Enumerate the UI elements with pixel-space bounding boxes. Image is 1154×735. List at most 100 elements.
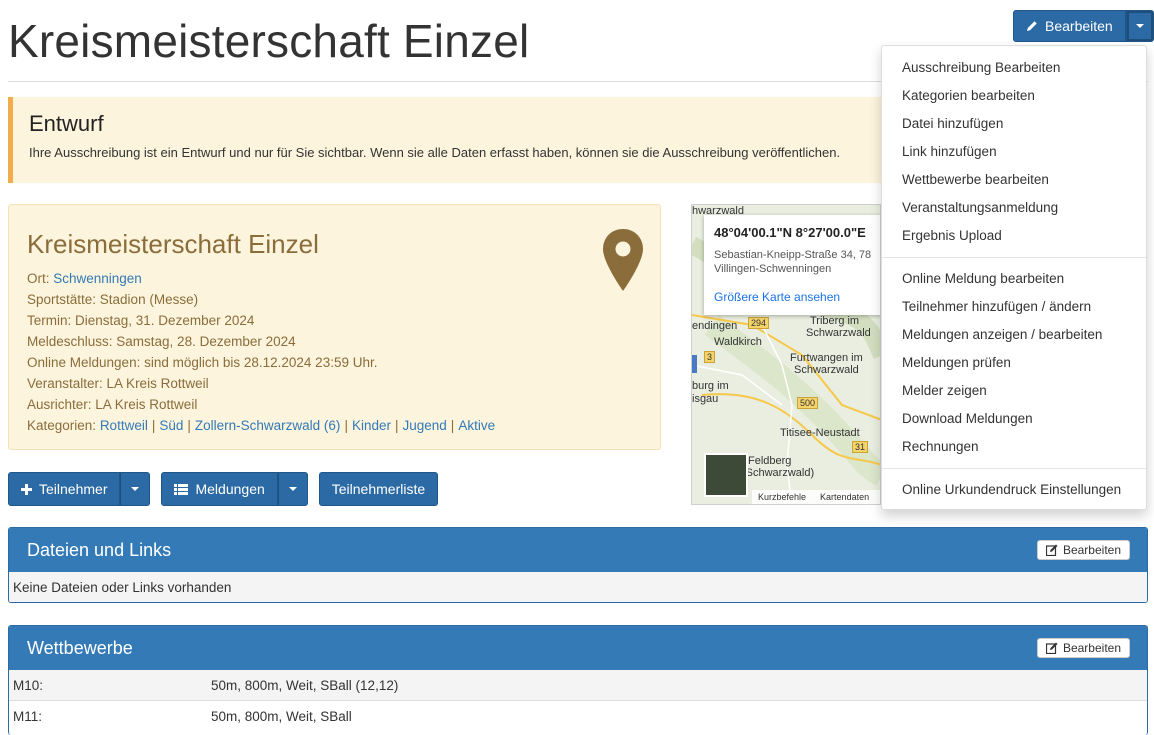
road-shield: 31 [852,441,869,453]
event-info-panel: Kreismeisterschaft Einzel Ort: Schwennin… [8,204,661,450]
edit-button[interactable]: Bearbeiten [1013,10,1126,42]
map-label: burg im [692,380,729,392]
menu-item-wettbewerbe-bearbeiten[interactable]: Wettbewerbe bearbeiten [882,166,1146,194]
menu-item-datei-hinzufuegen[interactable]: Datei hinzufügen [882,110,1146,138]
wettbewerbe-panel-title: Wettbewerbe [27,637,133,658]
table-row: M10: 50m, 800m, Weit, SBall (12,12) [9,670,1147,701]
meldungen-label: Meldungen [195,481,265,497]
map-shortcuts-link[interactable]: Kurzbefehle [758,492,806,502]
edit-icon [1045,642,1058,654]
map-label: endingen [692,320,738,332]
teilnehmerliste-button[interactable]: Teilnehmerliste [318,472,439,506]
menu-item-kategorien-bearbeiten[interactable]: Kategorien bearbeiten [882,82,1146,110]
meldeschluss-line: Meldeschluss: Samstag, 28. Dezember 2024 [27,334,296,349]
event-name: Kreismeisterschaft Einzel [27,229,319,259]
menu-item-teilnehmer-hinzufuegen[interactable]: Teilnehmer hinzufügen / ändern [882,293,1146,321]
road-shield: 294 [748,317,770,329]
menu-item-meldungen-pruefen[interactable]: Meldungen prüfen [882,349,1146,377]
map-footer: Kurzbefehle Kartendaten [752,490,880,504]
sportstaette-line: Sportstätte: Stadion (Messe) [27,292,199,307]
kategorie-link[interactable]: Süd [159,418,183,433]
teilnehmer-label: Teilnehmer [39,481,108,497]
online-meldungen-line: Online Meldungen: sind möglich bis 28.12… [27,355,378,370]
menu-item-rechnungen[interactable]: Rechnungen [882,433,1146,461]
edit-dropdown-menu: Ausschreibung Bearbeiten Kategorien bear… [881,45,1147,510]
termin-line: Termin: Dienstag, 31. Dezember 2024 [27,313,255,328]
map-address-line2: Villingen-Schwenningen [714,263,832,275]
files-edit-label: Bearbeiten [1062,543,1121,557]
map-data-link[interactable]: Kartendaten [820,492,869,502]
map-label: (Schwarzwald) [742,467,815,479]
pencil-icon [1027,21,1037,31]
kategorie-link[interactable]: Jugend [403,418,447,433]
veranstalter-line: Veranstalter: LA Kreis Rottweil [27,376,209,391]
wettbewerbe-edit-button[interactable]: Bearbeiten [1036,638,1130,658]
page-title: Kreismeisterschaft Einzel [8,15,530,67]
menu-divider [882,257,1146,258]
teilnehmer-split-button: Teilnehmer [8,472,151,506]
files-panel: Dateien und Links Bearbeiten Keine Datei… [8,527,1148,603]
menu-item-meldungen-anzeigen[interactable]: Meldungen anzeigen / bearbeiten [882,321,1146,349]
files-panel-title: Dateien und Links [27,539,172,560]
map-label: Schwarzwald [794,364,859,376]
map-info-card: 48°04'00.1"N 8°27'00.0"E Sebastian-Kneip… [704,215,880,315]
teilnehmer-button[interactable]: Teilnehmer [8,472,121,506]
menu-item-urkundendruck-einstellungen[interactable]: Online Urkundendruck Einstellungen [882,476,1146,504]
kategorie-link[interactable]: Aktive [458,418,495,433]
meldungen-split-button: Meldungen [161,472,308,506]
table-row: M11: 50m, 800m, Weit, SBall [9,700,1147,731]
menu-item-ausschreibung-bearbeiten[interactable]: Ausschreibung Bearbeiten [882,54,1146,82]
map-label: Feldberg [748,455,792,467]
menu-item-veranstaltungsanmeldung[interactable]: Veranstaltungsanmeldung [882,194,1146,222]
menu-item-link-hinzufuegen[interactable]: Link hinzufügen [882,138,1146,166]
edit-button-label: Bearbeiten [1045,18,1113,34]
map-label: isgau [692,393,719,405]
map-embed[interactable]: hwarzwald Triberg im Schwarzwald endinge… [691,204,881,505]
files-panel-header: Dateien und Links Bearbeiten [9,528,1147,572]
menu-item-download-meldungen[interactable]: Download Meldungen [882,405,1146,433]
menu-divider [882,468,1146,469]
draft-alert: Entwurf Ihre Ausschreibung ist ein Entwu… [8,97,888,183]
ort-label: Ort: [27,271,54,286]
meldungen-button[interactable]: Meldungen [161,472,278,506]
satellite-toggle[interactable] [704,453,748,497]
wettbewerbe-edit-label: Bearbeiten [1062,641,1121,655]
road-shield: 500 [797,397,819,409]
chevron-down-icon [288,487,297,491]
kategorie-link[interactable]: Rottweil [100,418,148,433]
ort-link[interactable]: Schwenningen [53,271,142,286]
teilnehmer-dropdown-toggle[interactable] [120,472,151,506]
wettbewerb-key: M10: [9,670,207,701]
map-coordinates: 48°04'00.1"N 8°27'00.0"E [714,225,866,240]
kategorie-link[interactable]: Kinder [352,418,391,433]
map-marker-icon [603,229,643,291]
edit-icon [1045,544,1058,556]
kategorien-label: Kategorien: [27,418,100,433]
kategorie-link[interactable]: Zollern-Schwarzwald (6) [195,418,341,433]
menu-item-online-meldung-bearbeiten[interactable]: Online Meldung bearbeiten [882,265,1146,293]
action-bar: Teilnehmer Meldungen Teilnehmerliste [8,472,439,506]
edit-dropdown-toggle[interactable] [1125,10,1154,42]
wettbewerbe-panel: Wettbewerbe Bearbeiten M10: 50m, 800m, W… [8,625,1148,735]
menu-item-ergebnis-upload[interactable]: Ergebnis Upload [882,222,1146,250]
ausrichter-line: Ausrichter: LA Kreis Rottweil [27,397,198,412]
files-edit-button[interactable]: Bearbeiten [1036,540,1130,560]
map-label: Schwarzwald [806,327,871,339]
chevron-down-icon [131,487,140,491]
ort-line: Ort: Schwenningen [27,268,642,289]
list-icon [174,483,189,495]
chevron-down-icon [1135,24,1144,28]
wettbewerb-value: 50m, 800m, Weit, SBall [207,700,1147,731]
map-label: Furtwangen im [790,352,863,364]
meldungen-dropdown-toggle[interactable] [277,472,308,506]
files-empty-message: Keine Dateien oder Links vorhanden [9,572,1147,602]
wettbewerb-value: 50m, 800m, Weit, SBall (12,12) [207,670,1147,701]
kategorien-line: Kategorien: Rottweil | Süd | Zollern-Schwarz… [27,418,496,433]
menu-item-melder-zeigen[interactable]: Melder zeigen [882,377,1146,405]
alert-title: Entwurf [29,111,104,136]
map-label: Titisee-Neustadt [780,427,860,439]
larger-map-link[interactable]: Größere Karte ansehen [714,290,872,304]
road-shield: 3 [704,351,716,363]
wettbewerbe-panel-header: Wettbewerbe Bearbeiten [9,626,1147,670]
alert-text: Ihre Ausschreibung ist ein Entwurf und n… [29,145,841,160]
